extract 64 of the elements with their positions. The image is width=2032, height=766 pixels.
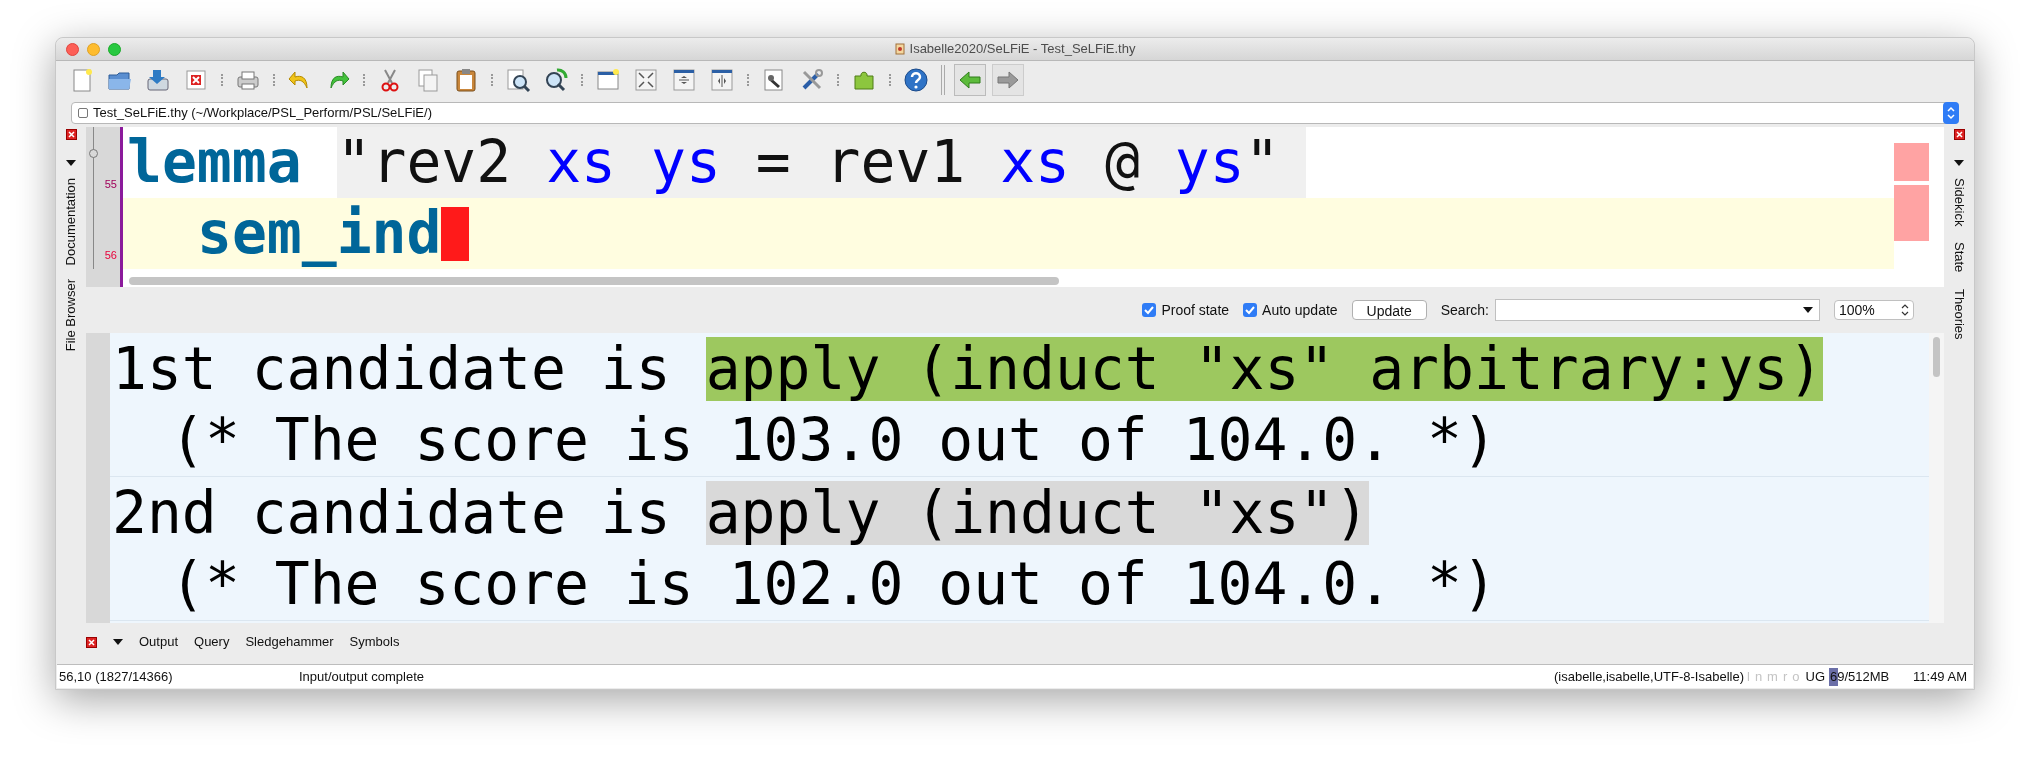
encoding-flags: UG (1805, 667, 1826, 686)
dropdown-triangle-icon[interactable] (113, 639, 123, 645)
search-icon[interactable] (505, 67, 531, 93)
dropdown-triangle-icon[interactable] (1803, 307, 1813, 313)
command-suggestion: apply (induct "xs") (705, 481, 1370, 545)
status-message: Input/output complete (299, 667, 426, 686)
forward-button[interactable] (992, 64, 1024, 96)
edit-mode: (isabelle,isabelle,UTF-8-Isabelle) (1553, 667, 1744, 686)
window-icon[interactable] (595, 67, 621, 93)
close-window-button[interactable] (66, 43, 79, 56)
buffer-selector[interactable]: Test_SeLFiE.thy (~/Workplace/PSL_Perform/PSL/SeLFiE/) (71, 102, 1959, 124)
update-button[interactable]: Update (1351, 300, 1427, 320)
dock-tab[interactable]: Theories (1949, 288, 1969, 340)
help-icon[interactable] (903, 67, 929, 93)
error-marker (1894, 185, 1929, 241)
save-icon[interactable] (145, 67, 171, 93)
checkbox[interactable] (1243, 303, 1258, 317)
line-number: 55 (104, 176, 117, 192)
fold-marker-icon[interactable] (89, 149, 98, 158)
expand-icon[interactable] (633, 67, 659, 93)
close-icon[interactable] (1953, 129, 1965, 140)
search-label: Search: (1440, 300, 1489, 320)
zoom-window-button[interactable] (108, 43, 121, 56)
dock-tab[interactable]: Documentation (61, 178, 81, 266)
panel-tab[interactable]: Query (194, 632, 230, 652)
search-refresh-icon[interactable] (543, 67, 569, 93)
vertical-scrollbar[interactable] (1933, 337, 1940, 377)
output-text: 2nd candidate is (112, 477, 671, 549)
stepper-icon (1943, 102, 1959, 124)
dropdown-triangle-icon[interactable] (1954, 160, 1964, 166)
panel-tab[interactable]: Output (139, 632, 179, 652)
cursor-position: 56,10 (1827/14366) (59, 667, 174, 686)
proposition-text: "rev2 xs ys = rev1 xs @ ys" (336, 127, 1306, 198)
line-number: 56 (104, 247, 117, 263)
split-horizontal-icon[interactable] (671, 67, 697, 93)
clipboard-icon[interactable] (453, 67, 479, 93)
comment-text: (* The score is 102.0 out of 104.0. *) (170, 549, 1497, 620)
keyword-text: sem_ind (197, 198, 442, 269)
command-suggestion: apply (induct "xs" arbitrary:ys) (705, 337, 1824, 401)
checkbox-label: Proof state (1161, 300, 1230, 320)
back-button[interactable] (954, 64, 986, 96)
search-field[interactable] (1495, 299, 1820, 321)
checkbox[interactable] (1142, 303, 1157, 317)
document-icon (894, 43, 905, 55)
checkbox-label: Auto update (1262, 300, 1338, 320)
clock: 11:49 AM (1913, 667, 1967, 686)
horizontal-scrollbar[interactable] (129, 277, 1059, 285)
dropdown-triangle-icon[interactable] (66, 160, 76, 166)
keyword-text: lemma (127, 127, 302, 198)
panel-tab[interactable]: Sledgehammer (245, 632, 334, 652)
split-vertical-icon[interactable] (709, 67, 735, 93)
dock-tab[interactable]: File Browser (61, 279, 81, 352)
close-icon[interactable] (86, 636, 97, 648)
panel-tab[interactable]: Symbols (349, 632, 400, 652)
error-marker (1894, 143, 1929, 181)
text-cursor (441, 206, 470, 261)
window-title: Isabelle2020/SeLFiE - Test_SeLFiE.thy (909, 40, 1136, 59)
dock-tab[interactable]: State (1949, 242, 1969, 273)
output-text: 1st candidate is (112, 333, 671, 405)
close-icon[interactable] (65, 129, 77, 140)
dock-tab[interactable]: Sidekick (1949, 178, 1969, 227)
comment-text: (* The score is 103.0 out of 104.0. *) (170, 405, 1497, 476)
close-icon[interactable] (183, 67, 209, 93)
zoom-spinner[interactable]: 100% (1834, 300, 1914, 320)
